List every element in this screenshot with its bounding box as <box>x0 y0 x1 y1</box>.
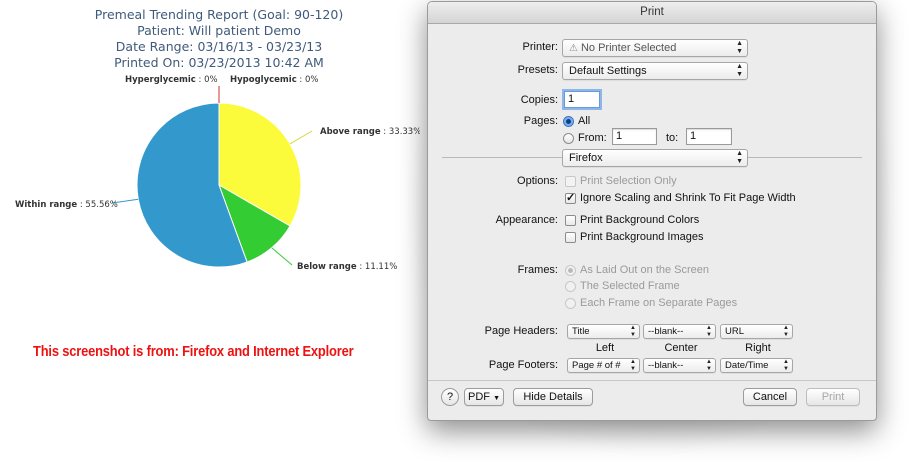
printer-label: Printer: <box>522 41 558 53</box>
dialog-title: Print <box>428 2 876 24</box>
popup-arrows-icon: ▲ ▼ <box>783 325 789 338</box>
pages-to-label: to: <box>666 132 679 144</box>
options-label: Options: <box>517 175 558 187</box>
frame-laid-out-label: As Laid Out on the Screen <box>580 264 710 276</box>
footer-right-value: Date/Time <box>725 360 769 371</box>
presets-label: Presets: <box>517 64 558 76</box>
copies-field[interactable]: 1 <box>564 91 600 108</box>
header-left-value: Title <box>572 326 590 337</box>
popup-arrows-icon: ▲ ▼ <box>630 325 636 338</box>
pages-from-field[interactable]: 1 <box>612 128 657 145</box>
bg-colors-checkbox[interactable] <box>565 215 576 226</box>
page-footers-label: Page Footers: <box>488 359 558 371</box>
pie-label-hyperglycemic: Hyperglycemic : 0% <box>125 75 218 85</box>
popup-arrows-icon: ▲ ▼ <box>630 359 636 372</box>
help-button[interactable]: ? <box>441 388 459 406</box>
pie-chart: Hyperglycemic : 0% Hypoglycemic : 0%Above… <box>15 75 420 272</box>
footer-center-value: --blank-- <box>648 360 684 371</box>
popup-arrows-icon: ▲ ▼ <box>736 150 743 165</box>
shrink-to-fit-checkbox[interactable]: ✓ <box>565 193 576 204</box>
print-button[interactable]: Print <box>806 388 860 406</box>
pie-connector-line <box>271 247 293 266</box>
header-center-popup[interactable]: --blank-- ▲ ▼ <box>643 324 716 339</box>
bg-colors-label: Print Background Colors <box>580 214 700 226</box>
section-popup[interactable]: Firefox ▲ ▼ <box>562 149 748 167</box>
warning-icon: ⚠ <box>569 43 578 54</box>
frame-separate-label: Each Frame on Separate Pages <box>580 297 738 309</box>
footer-left-popup[interactable]: Page # of # ▲ ▼ <box>567 358 640 373</box>
popup-arrows-icon: ▲ ▼ <box>736 63 743 78</box>
popup-arrows-icon: ▲ ▼ <box>783 359 789 372</box>
column-right-label: Right <box>745 342 771 354</box>
page-headers-label: Page Headers: <box>484 325 558 337</box>
frame-separate-radio[interactable] <box>565 298 576 309</box>
footer-left-value: Page # of # <box>572 360 621 371</box>
popup-arrows-icon: ▲ ▼ <box>706 359 712 372</box>
presets-value: Default Settings <box>569 65 647 77</box>
frames-label: Frames: <box>517 264 558 276</box>
header-right-popup[interactable]: URL ▲ ▼ <box>720 324 793 339</box>
popup-arrows-icon: ▲ ▼ <box>736 40 743 55</box>
section-value: Firefox <box>569 152 603 164</box>
printer-popup[interactable]: ⚠ No Printer Selected ▲ ▼ <box>562 39 748 57</box>
footer-center-popup[interactable]: --blank-- ▲ ▼ <box>643 358 716 373</box>
pages-from-label: From: <box>578 132 607 144</box>
pages-to-field[interactable]: 1 <box>686 128 732 145</box>
print-selection-checkbox[interactable] <box>565 176 576 187</box>
frame-selected-label: The Selected Frame <box>580 280 680 292</box>
print-dialog: Print Printer: ⚠ No Printer Selected ▲ ▼ P… <box>427 1 877 421</box>
column-left-label: Left <box>595 342 615 354</box>
pie-label-within-range: Within range : 55.56% <box>15 200 118 210</box>
hide-details-button[interactable]: Hide Details <box>513 388 593 406</box>
footer-right-popup[interactable]: Date/Time ▲ ▼ <box>720 358 793 373</box>
printer-value: No Printer Selected <box>580 42 677 54</box>
pdf-button[interactable]: PDF ▼ <box>464 388 504 406</box>
popup-arrows-icon: ▲ ▼ <box>706 325 712 338</box>
header-right-value: URL <box>725 326 745 337</box>
column-center-label: Center <box>664 342 698 354</box>
bg-images-label: Print Background Images <box>580 231 704 243</box>
presets-popup[interactable]: Default Settings ▲ ▼ <box>562 62 748 80</box>
pages-all-radio[interactable] <box>563 116 574 127</box>
pages-all-label: All <box>578 115 591 127</box>
appearance-label: Appearance: <box>495 214 558 226</box>
pages-label: Pages: <box>523 115 558 127</box>
pie-label-below-range: Below range : 11.11% <box>297 262 397 272</box>
pie-connector-line <box>289 130 313 145</box>
bg-images-checkbox[interactable] <box>565 232 576 243</box>
print-selection-label: Print Selection Only <box>580 175 677 187</box>
chevron-down-icon: ▼ <box>493 395 500 402</box>
pages-from-radio[interactable] <box>563 133 574 144</box>
copies-label: Copies: <box>520 94 558 106</box>
source-caption: This screenshot is from: Firefox and Int… <box>33 343 354 360</box>
bottom-divider <box>428 380 876 381</box>
shrink-to-fit-label: Ignore Scaling and Shrink To Fit Page Wi… <box>580 192 796 204</box>
cancel-button[interactable]: Cancel <box>743 388 797 406</box>
frame-selected-radio[interactable] <box>565 281 576 292</box>
frame-laid-out-radio[interactable] <box>565 265 576 276</box>
pdf-label: PDF <box>468 391 490 403</box>
header-center-value: --blank-- <box>648 326 684 337</box>
pie-label-hypoglycemic: Hypoglycemic : 0% <box>230 75 319 85</box>
header-left-popup[interactable]: Title ▲ ▼ <box>567 324 640 339</box>
